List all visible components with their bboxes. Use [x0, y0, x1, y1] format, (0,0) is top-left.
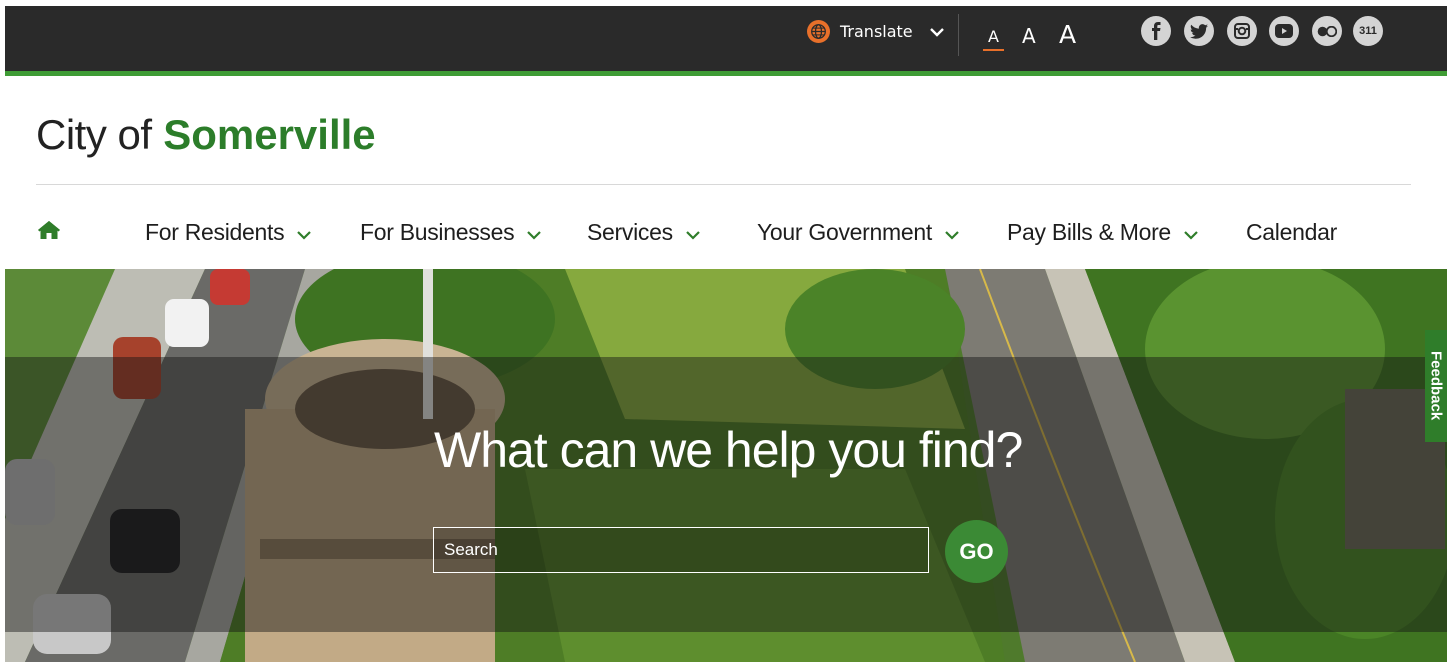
nav-label: Calendar: [1246, 218, 1337, 245]
chevron-down-icon: [296, 219, 312, 246]
utility-bar: Translate A A A 311: [5, 6, 1447, 76]
hero-headline: What can we help you find?: [434, 422, 1023, 478]
youtube-icon[interactable]: [1269, 16, 1299, 46]
nav-item-services[interactable]: Services: [587, 214, 701, 250]
nav-item-calendar[interactable]: Calendar: [1246, 214, 1337, 250]
311-label: 311: [1359, 25, 1377, 37]
twitter-icon[interactable]: [1184, 16, 1214, 46]
go-button[interactable]: GO: [945, 520, 1008, 583]
logo-prefix: City of: [36, 111, 152, 158]
hero-banner: What can we help you find? GO: [5, 269, 1447, 662]
logo-name: Somerville: [163, 111, 376, 158]
font-size-large-button[interactable]: A: [1059, 22, 1076, 47]
globe-icon: [807, 19, 830, 43]
nav-label: For Residents: [145, 218, 285, 245]
chevron-down-icon: [1183, 219, 1199, 246]
chevron-down-icon: [929, 22, 945, 41]
header-divider: [36, 184, 1411, 185]
chevron-down-icon: [685, 219, 701, 246]
nav-item-pay-bills[interactable]: Pay Bills & More: [1007, 214, 1199, 250]
nav-label: Pay Bills & More: [1007, 218, 1171, 245]
feedback-tab[interactable]: Feedback: [1425, 330, 1447, 442]
nav-item-for-businesses[interactable]: For Businesses: [360, 214, 542, 250]
nav-item-for-residents[interactable]: For Residents: [145, 214, 312, 250]
font-size-small-button[interactable]: A: [983, 29, 1004, 51]
search-input[interactable]: [433, 527, 929, 573]
hero-overlay: [5, 357, 1447, 632]
site-logo[interactable]: City of Somerville: [36, 111, 376, 159]
chevron-down-icon: [526, 219, 542, 246]
translate-label: Translate: [840, 21, 913, 41]
nav-label: For Businesses: [360, 218, 515, 245]
nav-label: Services: [587, 218, 673, 245]
chevron-down-icon: [944, 219, 960, 246]
font-size-medium-button[interactable]: A: [1022, 26, 1036, 46]
home-icon[interactable]: [37, 220, 61, 245]
translate-button[interactable]: Translate: [807, 18, 945, 44]
instagram-icon[interactable]: [1227, 16, 1257, 46]
311-icon[interactable]: 311: [1353, 16, 1383, 46]
page: Translate A A A 311 City of Somerville F…: [0, 0, 1447, 662]
nav-label: Your Government: [757, 218, 932, 245]
nav-item-your-government[interactable]: Your Government: [757, 214, 960, 250]
facebook-icon[interactable]: [1141, 16, 1171, 46]
flickr-icon[interactable]: [1312, 16, 1342, 46]
divider: [958, 14, 959, 56]
